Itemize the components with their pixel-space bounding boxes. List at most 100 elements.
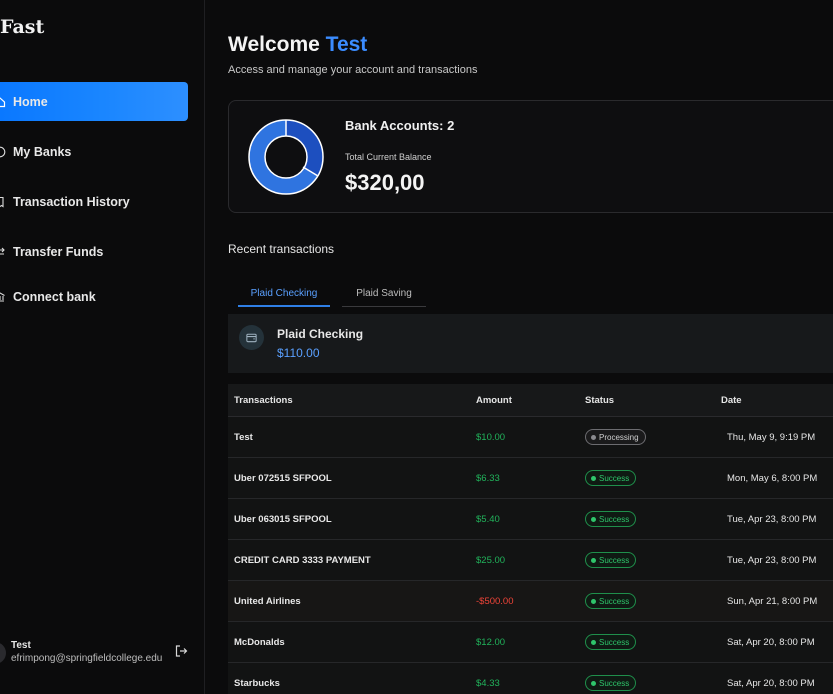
status-label: Processing <box>599 432 639 442</box>
column-header-date: Date <box>721 395 742 406</box>
transaction-date: Sat, Apr 20, 8:00 PM <box>727 678 815 689</box>
total-balance-amount: $320,00 <box>345 170 425 195</box>
transaction-name: Test <box>234 432 253 443</box>
status-dot <box>591 639 596 645</box>
transaction-name: CREDIT CARD 3333 PAYMENT <box>234 555 371 566</box>
status-badge: Success <box>585 634 637 650</box>
transaction-date: Thu, May 9, 9:19 PM <box>727 432 816 443</box>
page-title: Welcome Test <box>228 33 367 57</box>
sidebar-item-transaction-history[interactable]: Transaction History <box>0 182 188 221</box>
total-balance-label: Total Current Balance <box>345 152 432 162</box>
donut-ring-inner <box>264 135 308 179</box>
status-label: Success <box>599 637 630 647</box>
table-row[interactable]: McDonalds $12.00 Success Sat, Apr 20, 8:… <box>228 622 833 663</box>
transaction-amount: $6.33 <box>476 473 500 484</box>
account-summary: Plaid Checking $110.00 <box>228 314 833 373</box>
status-cell: Success <box>585 511 637 527</box>
sidebar-item-transfer-funds[interactable]: Transfer Funds <box>0 232 188 271</box>
account-balance: $110.00 <box>277 346 320 360</box>
status-dot <box>591 557 596 563</box>
table-row[interactable]: Test $10.00 Processing Thu, May 9, 9:19 … <box>228 417 833 458</box>
receipt-icon <box>0 196 6 208</box>
status-badge: Success <box>585 675 637 691</box>
sidebar-item-my-banks[interactable]: My Banks <box>0 132 188 171</box>
user-first-name: Test <box>325 33 368 56</box>
donut-segment-dark <box>285 119 324 177</box>
sidebar-item-label: Connect bank <box>13 289 96 304</box>
sidebar-item-connect-bank[interactable]: Connect bank <box>0 277 188 316</box>
table-row[interactable]: CREDIT CARD 3333 PAYMENT $25.00 Success … <box>228 540 833 581</box>
sidebar-item-label: My Banks <box>13 144 72 159</box>
greeting: Welcome <box>228 33 320 56</box>
balance-donut-chart <box>248 119 324 195</box>
sidebar-item-label: Transaction History <box>13 194 130 209</box>
bank-accounts-count: Bank Accounts: 2 <box>345 118 455 133</box>
main-content: Welcome Test Access and manage your acco… <box>205 0 833 694</box>
avatar[interactable] <box>0 642 6 664</box>
column-header-amount: Amount <box>476 395 512 406</box>
logout-icon[interactable] <box>174 644 188 658</box>
user-profile: Test efrimpong@springfieldcollege.edu <box>0 632 200 672</box>
tab-plaid-checking[interactable]: Plaid Checking <box>238 284 330 307</box>
status-dot <box>591 680 596 686</box>
table-row[interactable]: Uber 063015 SFPOOL $5.40 Success Tue, Ap… <box>228 499 833 540</box>
status-label: Success <box>599 596 630 606</box>
table-row[interactable]: Uber 072515 SFPOOL $6.33 Success Mon, Ma… <box>228 458 833 499</box>
status-badge: Success <box>585 593 637 609</box>
recent-transactions-title: Recent transactions <box>228 242 335 256</box>
transaction-date: Sat, Apr 20, 8:00 PM <box>727 637 815 648</box>
status-cell: Success <box>585 470 637 486</box>
bank-plus-icon <box>0 291 6 303</box>
tab-plaid-saving[interactable]: Plaid Saving <box>342 284 426 307</box>
status-label: Success <box>599 678 630 688</box>
transaction-name: Uber 072515 SFPOOL <box>234 473 332 484</box>
status-cell: Processing <box>585 429 646 445</box>
balance-card: Bank Accounts: 2 Total Current Balance $… <box>228 100 833 213</box>
brand-logo[interactable]: Fast <box>0 16 44 38</box>
sidebar-item-label: Home <box>13 94 48 109</box>
table-row[interactable]: United Airlines -$500.00 Success Sun, Ap… <box>228 581 833 622</box>
table-header: Transactions Amount Status Date <box>228 384 833 417</box>
transaction-amount: $4.33 <box>476 678 500 689</box>
transaction-name: Starbucks <box>234 678 280 689</box>
transactions-table: Transactions Amount Status Date Test $10… <box>228 384 833 694</box>
transaction-amount: $25.00 <box>476 555 506 566</box>
transaction-name: United Airlines <box>234 596 301 607</box>
status-badge: Processing <box>585 429 646 445</box>
sidebar-item-home[interactable]: Home <box>0 82 188 121</box>
transaction-name: Uber 063015 SFPOOL <box>234 514 332 525</box>
transaction-name: McDonalds <box>234 637 285 648</box>
status-cell: Success <box>585 634 637 650</box>
status-badge: Success <box>585 552 637 568</box>
status-badge: Success <box>585 470 637 486</box>
status-dot <box>591 434 596 440</box>
status-label: Success <box>599 473 630 483</box>
transfer-icon <box>0 246 6 258</box>
dollar-circle-icon <box>0 146 6 158</box>
transaction-amount: $10.00 <box>476 432 506 443</box>
transaction-amount: $12.00 <box>476 637 506 648</box>
column-header-status: Status <box>585 395 615 406</box>
status-cell: Success <box>585 552 637 568</box>
status-cell: Success <box>585 675 637 691</box>
transaction-date: Tue, Apr 23, 8:00 PM <box>727 514 817 525</box>
transaction-amount: -$500.00 <box>476 596 514 607</box>
transaction-date: Tue, Apr 23, 8:00 PM <box>727 555 817 566</box>
status-dot <box>591 598 596 604</box>
status-dot <box>591 516 596 522</box>
sidebar: Fast Home My Banks Transaction History T… <box>0 0 205 694</box>
transaction-date: Mon, May 6, 8:00 PM <box>727 473 818 484</box>
transaction-date: Sun, Apr 21, 8:00 PM <box>727 596 818 607</box>
status-cell: Success <box>585 593 637 609</box>
account-name: Plaid Checking <box>277 327 364 341</box>
home-icon <box>0 96 6 108</box>
status-label: Success <box>599 514 630 524</box>
column-header-transactions: Transactions <box>234 395 293 406</box>
table-row[interactable]: Starbucks $4.33 Success Sat, Apr 20, 8:0… <box>228 663 833 694</box>
sidebar-item-label: Transfer Funds <box>13 244 104 259</box>
status-label: Success <box>599 555 630 565</box>
status-dot <box>591 475 596 481</box>
user-email: efrimpong@springfieldcollege.edu <box>11 653 163 664</box>
transaction-amount: $5.40 <box>476 514 500 525</box>
status-badge: Success <box>585 511 637 527</box>
